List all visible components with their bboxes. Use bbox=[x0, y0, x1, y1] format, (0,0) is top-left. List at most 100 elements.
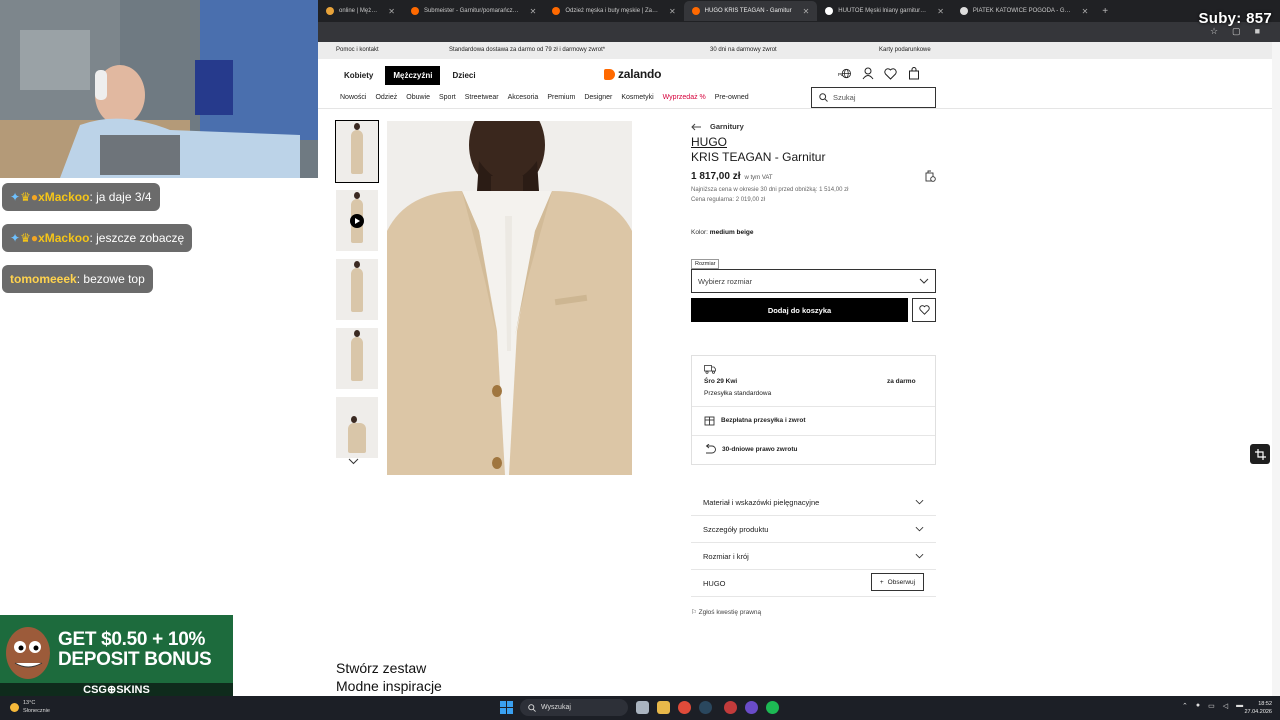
price: 1 817,00 zł bbox=[691, 171, 741, 182]
new-tab-button[interactable]: + bbox=[1096, 6, 1114, 17]
breadcrumb[interactable]: Garnitury bbox=[691, 122, 936, 131]
play-icon bbox=[350, 214, 364, 228]
product-image[interactable] bbox=[387, 121, 632, 475]
help-link[interactable]: Pomoc i kontakt bbox=[336, 47, 379, 53]
thumbnail-1[interactable] bbox=[335, 120, 379, 183]
nav-item[interactable]: Designer bbox=[584, 94, 612, 101]
accordion-size-fit[interactable]: Rozmiar i krój bbox=[691, 543, 936, 570]
browser-tab[interactable]: HUGO KRIS TEAGAN - Garnitur ✕ bbox=[683, 1, 818, 21]
scrollbar[interactable] bbox=[1272, 42, 1280, 696]
return-policy-row[interactable]: 30-dniowe prawo zwrotu bbox=[704, 444, 797, 454]
nav-item[interactable]: Kosmetyki bbox=[621, 94, 653, 101]
crop-icon[interactable] bbox=[1250, 444, 1270, 464]
free-shipping-label: Bezpłatna przesyłka i zwrot bbox=[721, 417, 806, 424]
gift-cards-link[interactable]: Karty podarunkowe bbox=[879, 47, 931, 53]
taskbar-search[interactable]: Wyszukaj bbox=[520, 699, 628, 716]
wishlist-icon[interactable] bbox=[884, 67, 897, 80]
wishlist-button[interactable] bbox=[912, 298, 936, 322]
extension-icon[interactable]: ■ bbox=[1255, 26, 1260, 37]
thumbnail-5[interactable] bbox=[336, 397, 378, 458]
nav-item[interactable]: Sport bbox=[439, 94, 456, 101]
accordion-material[interactable]: Materiał i wskazówki pielęgnacyjne bbox=[691, 489, 936, 516]
zalando-logo[interactable]: zalando bbox=[604, 67, 661, 81]
free-shipping-row[interactable]: Bezpłatna przesyłka i zwrot bbox=[704, 415, 806, 426]
clock[interactable]: 18:52 27.04.2026 bbox=[1244, 700, 1272, 716]
header-icons: PL bbox=[838, 67, 920, 80]
browser-tab[interactable]: PIATEK KATOWICE POGODA - G… ✕ bbox=[952, 1, 1096, 21]
nav-item[interactable]: Premium bbox=[547, 94, 575, 101]
close-icon[interactable]: ✕ bbox=[530, 7, 537, 16]
product-brand[interactable]: HUGO bbox=[691, 135, 936, 149]
tab-title: Submeister - Garnitur/pomarańcz… bbox=[423, 8, 519, 14]
nav-item[interactable]: Obuwie bbox=[406, 94, 430, 101]
crown-icon: ♛ bbox=[20, 190, 31, 204]
nav-item[interactable]: Streetwear bbox=[465, 94, 499, 101]
tab-mezczyzni[interactable]: Mężczyźni bbox=[385, 66, 441, 85]
tray-chevron-icon[interactable]: ⌃ bbox=[1182, 702, 1188, 710]
microphone-icon[interactable]: ● bbox=[1196, 702, 1200, 710]
accordion-label: Szczegóły produktu bbox=[703, 524, 769, 534]
size-select[interactable]: Wybierz rozmiar bbox=[691, 269, 936, 293]
follow-button[interactable]: + Obserwuj bbox=[871, 573, 924, 591]
promo-bar: Pomoc i kontakt Standardowa dostawa za d… bbox=[318, 42, 1280, 59]
chevron-down-icon[interactable] bbox=[348, 457, 359, 467]
browser-tab[interactable]: HUUTOE Męski lniany garnitur… ✕ bbox=[817, 1, 952, 21]
bookmark-star-icon[interactable]: ☆ bbox=[1210, 26, 1218, 37]
report-legal-link[interactable]: ⚐ Zgłoś kwestię prawną bbox=[691, 608, 761, 616]
badge-icons: ✦ bbox=[10, 190, 21, 204]
add-to-cart-button[interactable]: Dodaj do koszyka bbox=[691, 298, 908, 322]
nav-item[interactable]: Akcesoria bbox=[508, 94, 539, 101]
app-icon[interactable] bbox=[724, 701, 737, 714]
spotify-icon[interactable] bbox=[766, 701, 779, 714]
box-icon bbox=[704, 416, 715, 426]
browser-tab-bar: online | Męż… ✕ Submeister - Garnitur/poma… bbox=[318, 0, 1280, 22]
tab-dzieci[interactable]: Dzieci bbox=[444, 66, 483, 85]
nav-item[interactable]: Nowości bbox=[340, 94, 366, 101]
discord-icon[interactable] bbox=[745, 701, 758, 714]
nav-item[interactable]: Wyprzedaż % bbox=[663, 94, 706, 101]
shipping-info[interactable]: Standardowa dostawa za darmo od 79 zł i … bbox=[449, 47, 605, 53]
delivery-date: Śro 29 Kwi bbox=[704, 378, 738, 385]
close-icon[interactable]: ✕ bbox=[937, 7, 944, 16]
volume-icon[interactable]: ◁ bbox=[1223, 702, 1228, 710]
nav-item[interactable]: Pre-owned bbox=[715, 94, 749, 101]
accordion-details[interactable]: Szczegóły produktu bbox=[691, 516, 936, 543]
sun-icon bbox=[10, 702, 19, 712]
close-icon[interactable]: ✕ bbox=[669, 7, 676, 16]
product-page: Pomoc i kontakt Standardowa dostawa za d… bbox=[318, 42, 1280, 696]
battery-icon[interactable]: ▬ bbox=[1236, 702, 1243, 710]
browser-tab[interactable]: online | Męż… ✕ bbox=[318, 1, 403, 21]
language-icon[interactable]: PL bbox=[838, 67, 851, 80]
file-explorer-icon[interactable] bbox=[657, 701, 670, 714]
subscriber-counter: Suby: 857 bbox=[1198, 10, 1272, 27]
divider bbox=[692, 435, 935, 436]
account-icon[interactable] bbox=[861, 67, 874, 80]
start-icon[interactable] bbox=[500, 701, 513, 714]
browser-tab[interactable]: Submeister - Garnitur/pomarańcz… ✕ bbox=[403, 1, 544, 21]
window-icon[interactable]: ▢ bbox=[1232, 26, 1241, 37]
network-icon[interactable]: ▭ bbox=[1208, 702, 1215, 710]
steam-icon[interactable] bbox=[699, 701, 712, 714]
search-input[interactable]: Szukaj bbox=[811, 87, 936, 108]
task-view-icon[interactable] bbox=[636, 701, 649, 714]
close-icon[interactable]: ✕ bbox=[803, 7, 810, 16]
cart-icon[interactable] bbox=[907, 67, 920, 80]
close-icon[interactable]: ✕ bbox=[1082, 7, 1089, 16]
tab-kobiety[interactable]: Kobiety bbox=[336, 66, 381, 85]
chrome-icon[interactable] bbox=[678, 701, 691, 714]
returns-info[interactable]: 30 dni na darmowy zwrot bbox=[710, 47, 777, 53]
ad-line-1: GET $0.50 + 10% bbox=[58, 629, 206, 650]
thumbnail-3[interactable] bbox=[336, 259, 378, 320]
close-icon[interactable]: ✕ bbox=[388, 7, 395, 16]
sponsor-banner[interactable]: GET $0.50 + 10% DEPOSIT BONUS CSG⊕SKINS bbox=[0, 615, 233, 698]
share-icon[interactable] bbox=[924, 169, 936, 187]
weather-widget[interactable]: 13°C Słonecznie bbox=[10, 699, 50, 715]
badge-icons: ✦ bbox=[10, 231, 21, 245]
brand-row-label[interactable]: HUGO bbox=[703, 579, 726, 588]
thumbnail-video[interactable] bbox=[336, 190, 378, 251]
nav-item[interactable]: Odzież bbox=[375, 94, 397, 101]
thumbnail-4[interactable] bbox=[336, 328, 378, 389]
chat-text: ja daje 3/4 bbox=[96, 190, 152, 204]
product-details: Garnitury HUGO KRIS TEAGAN - Garnitur 1 … bbox=[691, 122, 936, 616]
browser-tab[interactable]: Odzież męska i buty męskie | Za… ✕ bbox=[544, 1, 683, 21]
